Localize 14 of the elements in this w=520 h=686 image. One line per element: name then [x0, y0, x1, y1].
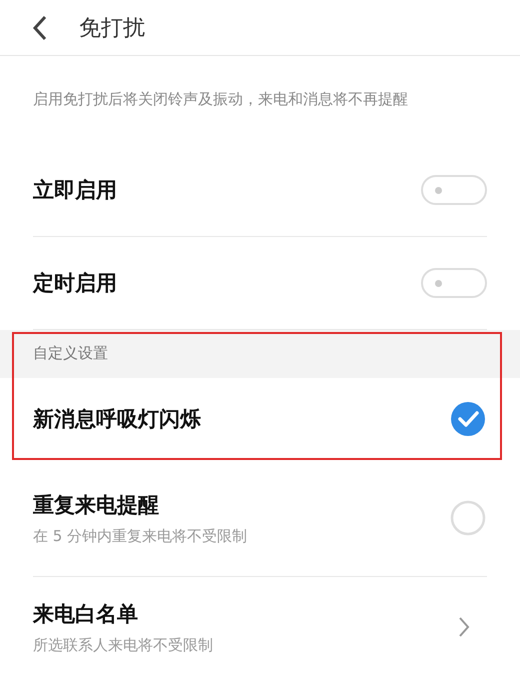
section-header: 自定义设置 — [0, 330, 520, 378]
setting-label: 立即启用 — [33, 177, 117, 204]
toggle-switch[interactable] — [421, 268, 487, 298]
setting-label: 定时启用 — [33, 270, 117, 297]
setting-label: 新消息呼吸灯闪烁 — [33, 406, 201, 433]
setting-label: 来电白名单 — [33, 600, 139, 628]
setting-hint: 所选联系人来电将不受限制 — [33, 636, 213, 654]
setting-hint: 在 5 分钟内重复来电将不受限制 — [33, 526, 248, 546]
description-text: 启用免打扰后将关闭铃声及振动，来电和消息将不再提醒 — [32, 89, 409, 110]
setting-label: 重复来电提醒 — [33, 492, 160, 518]
toggle-switch[interactable] — [421, 175, 487, 205]
page-title: 免打扰 — [79, 14, 145, 42]
checked-circle-icon[interactable] — [450, 401, 486, 437]
chevron-right-icon[interactable] — [457, 616, 471, 638]
